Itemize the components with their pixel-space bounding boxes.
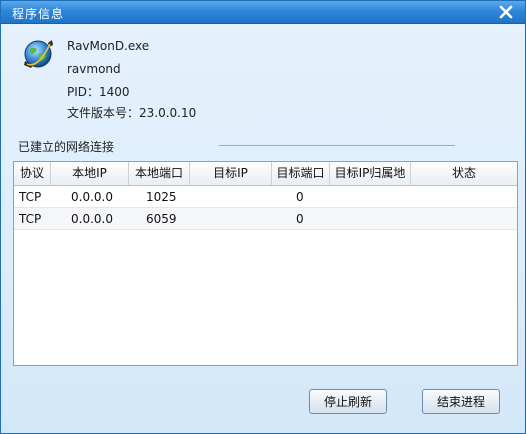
column-header-local-port[interactable]: 本地端口 <box>129 162 190 185</box>
column-header-status[interactable]: 状态 <box>411 162 517 185</box>
section-title: 已建立的网络连接 <box>18 140 115 154</box>
column-header-remote-port[interactable]: 目标端口 <box>272 162 330 185</box>
column-header-local-ip[interactable]: 本地IP <box>51 162 129 185</box>
connections-table[interactable]: 协议 本地IP 本地端口 目标IP 目标端口 目标IP归属地 状态 TCP 0.… <box>13 161 518 366</box>
table-row[interactable]: TCP 0.0.0.0 6059 0 <box>14 208 517 230</box>
column-header-remote-ip[interactable]: 目标IP <box>190 162 272 185</box>
cell-local-ip: 0.0.0.0 <box>71 190 113 204</box>
table-header: 协议 本地IP 本地端口 目标IP 目标端口 目标IP归属地 状态 <box>14 162 517 186</box>
file-version-label: 文件版本号：23.0.0.10 <box>67 106 197 120</box>
cell-local-port: 1025 <box>146 190 177 204</box>
cell-protocol: TCP <box>19 212 42 226</box>
title-bar[interactable]: 程序信息 <box>1 1 525 24</box>
end-process-button[interactable]: 结束进程 <box>422 389 500 414</box>
column-header-protocol[interactable]: 协议 <box>14 162 51 185</box>
process-info-dialog: 程序信息 RavMonD.exe ravmond PID：1400 文件版本号：… <box>0 0 526 434</box>
table-row[interactable]: TCP 0.0.0.0 1025 0 <box>14 186 517 208</box>
close-icon <box>499 5 513 19</box>
cell-remote-port: 0 <box>296 190 304 204</box>
column-header-remote-location[interactable]: 目标IP归属地 <box>330 162 411 185</box>
section-divider <box>219 145 455 146</box>
cell-local-port: 6059 <box>146 212 177 226</box>
stop-refresh-button[interactable]: 停止刷新 <box>309 389 387 414</box>
close-button[interactable] <box>497 3 515 21</box>
exe-name: RavMonD.exe <box>67 39 150 53</box>
globe-shield-icon <box>21 37 55 71</box>
window-title: 程序信息 <box>12 7 65 21</box>
cell-local-ip: 0.0.0.0 <box>71 212 113 226</box>
cell-remote-port: 0 <box>296 212 304 226</box>
cell-protocol: TCP <box>19 190 42 204</box>
service-name: ravmond <box>67 62 121 76</box>
pid-label: PID：1400 <box>67 85 130 99</box>
